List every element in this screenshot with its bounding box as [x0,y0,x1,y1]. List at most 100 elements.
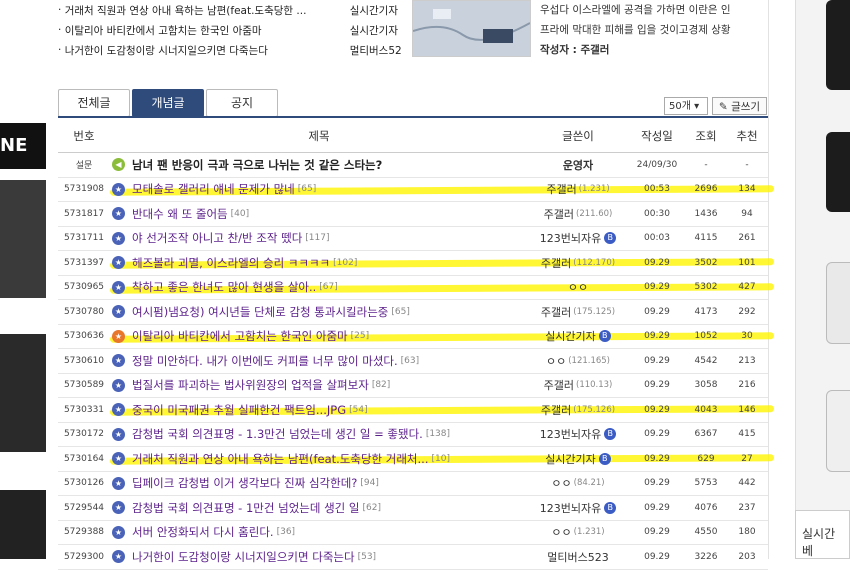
row-title[interactable]: 나거한이 도감청이랑 시너지일으키면 다죽는다 [132,549,355,565]
comment-count[interactable]: [65] [391,307,409,317]
table-row[interactable]: 5731397 ★ 헤즈볼라 괴멸, 이스라엘의 승리 ㅋㅋㅋㅋ [102] 주갤러 (1… [58,251,775,276]
row-writer[interactable]: ㅇㅇ [528,279,628,295]
comment-count[interactable]: [36] [277,527,295,537]
header-title[interactable]: 제목 [110,128,528,144]
comment-count[interactable]: [63] [401,356,419,366]
comment-count[interactable]: [67] [319,282,337,292]
writer-name[interactable]: ㅇㅇ [546,353,566,369]
table-row[interactable]: 5729388 ★ 서버 안정화되서 다시 홈린다. [36] ㅇㅇ (1.231) 09.… [58,521,768,545]
row-writer[interactable]: ㅇㅇ (121.165) [528,353,628,369]
top-list-title[interactable]: 거래처 직원과 연상 아내 욕하는 남편(feat.도축당한 ... [65,3,350,18]
row-title[interactable]: 정말 미안하다. 내가 이번에도 커피를 너무 많이 마셨다. [132,353,398,369]
writer-name[interactable]: 주갤러 [541,304,571,320]
left-ad-photo[interactable] [0,490,46,559]
row-title[interactable]: 여시펌)냄요청) 여시년들 단체로 감청 통과시킬라는중 [132,304,388,320]
writer-name[interactable]: 실시간기자 [545,451,596,467]
table-row[interactable]: 설문 ◀ 남녀 팬 반응이 극과 극으로 나뉘는 것 같은 스타는? 운영자 24/09… [58,153,768,178]
header-rec[interactable]: 추천 [726,128,768,144]
table-row[interactable]: 5730610 ★ 정말 미안하다. 내가 이번에도 커피를 너무 많이 마셨다.[… [58,349,768,374]
writer-name[interactable]: 주갤러 [541,255,571,271]
realtime-widget[interactable]: 실시간 베 [795,510,850,559]
row-title[interactable]: 모태솔로 갤러리 얘네 문제가 많네 [132,181,295,197]
row-title-cell[interactable]: ★ 감청법 국회 의견표명 - 1만건 넘었는데 생긴 일 [62] [110,500,528,516]
row-title-cell[interactable]: ★ 반대수 왜 또 줄어듬 [40] [110,206,528,222]
writer-name[interactable]: 주갤러 [544,377,574,393]
table-row[interactable]: 5729544 ★ 감청법 국회 의견표명 - 1만건 넘었는데 생긴 일 [62] 1… [58,496,768,521]
comment-count[interactable]: [40] [231,209,249,219]
comment-count[interactable]: [53] [358,552,376,562]
left-ad-photo[interactable] [0,180,46,298]
row-title[interactable]: 딥페이크 감청법 이거 생각보다 진짜 심각한데? [132,475,357,491]
table-row[interactable]: 5730164 ★ 거래처 직원과 연상 아내 욕하는 남편(feat.도축당한 거… [58,447,775,472]
row-title-cell[interactable]: ★ 중국이 미국패권 추월 실패한건 팩트임...JPG [54] [110,402,528,418]
row-title-cell[interactable]: ★ 딥페이크 감청법 이거 생각보다 진짜 심각한데? [94] [110,475,528,491]
comment-count[interactable]: [54] [349,405,367,415]
writer-name[interactable]: 주갤러 [546,181,576,197]
tab-1[interactable]: 개념글 [132,89,204,117]
row-writer[interactable]: 주갤러 (211.60) [528,206,628,222]
row-title-cell[interactable]: ★ 이탈리아 바티칸에서 고함치는 한국인 아줌마 [25] [110,328,528,344]
row-writer[interactable]: 실시간기자 B [528,328,628,344]
comment-count[interactable]: [102] [333,258,357,268]
shirt-image[interactable] [826,390,850,472]
row-title[interactable]: 이탈리아 바티칸에서 고함치는 한국인 아줌마 [132,328,348,344]
row-writer[interactable]: 실시간기자 B [528,451,628,467]
table-row[interactable]: 5731817 ★ 반대수 왜 또 줄어듬 [40] 주갤러 (211.60) 00:30 1… [58,202,768,227]
row-title-cell[interactable]: ★ 감청법 국회 의견표명 - 1.3만건 넘었는데 생긴 일 = 좋됐다. [13… [110,426,528,442]
row-title[interactable]: 서버 안정화되서 다시 홈린다. [132,524,274,540]
tab-0[interactable]: 전체글 [58,89,130,117]
writer-name[interactable]: ㅇㅇ [551,524,571,540]
row-writer[interactable]: 123번뇌자유 B [528,230,628,246]
writer-name[interactable]: 멀티버스523 [547,549,608,565]
table-row[interactable]: 5730126 ★ 딥페이크 감청법 이거 생각보다 진짜 심각한데? [94] ㅇㅇ(… [58,472,768,496]
row-title[interactable]: 남녀 팬 반응이 극과 극으로 나뉘는 것 같은 스타는? [132,157,382,173]
header-views[interactable]: 조회 [686,128,726,144]
left-ad-strip[interactable]: NE [0,0,46,559]
comment-count[interactable]: [117] [305,233,329,243]
left-ad-banner[interactable]: NE [0,123,46,169]
writer-name[interactable]: 123번뇌자유 [540,230,601,246]
table-row[interactable]: 5730331 ★ 중국이 미국패권 추월 실패한건 팩트임...JPG [54] 주갤… [58,398,775,423]
top-list-title[interactable]: 이탈리아 바티칸에서 고함치는 한국인 아줌마 [65,23,350,38]
row-writer[interactable]: 주갤러 (112.170) [528,255,628,271]
row-title[interactable]: 착하고 좋은 한녀도 많아 현생을 살아.. [132,279,316,295]
table-row[interactable]: 5731711 ★ 야 선거조작 아니고 찬/반 조작 뗐다 [117] 123번뇌자유… [58,227,768,251]
row-writer[interactable]: 주갤러 (1.231) [528,181,628,197]
row-title-cell[interactable]: ★ 헤즈볼라 괴멸, 이스라엘의 승리 ㅋㅋㅋㅋ [102] [110,255,528,271]
row-title[interactable]: 반대수 왜 또 줄어듬 [132,206,228,222]
row-title-cell[interactable]: ★ 나거한이 도감청이랑 시너지일으키면 다죽는다 [53] [110,549,528,565]
writer-name[interactable]: 주갤러 [544,206,574,222]
row-writer[interactable]: 주갤러 (175.126) [528,402,628,418]
row-title[interactable]: 거래처 직원과 연상 아내 욕하는 남편(feat.도축당한 거래처... [132,451,428,467]
writer-name[interactable]: 운영자 [563,157,593,173]
top-list-item[interactable]: · 나거한이 도감청이랑 시너지일으키면 다죽는다 멀티버스52 [58,40,408,60]
row-writer[interactable]: 운영자 [528,157,628,173]
row-title-cell[interactable]: ★ 정말 미안하다. 내가 이번에도 커피를 너무 많이 마셨다. [63] [110,353,528,369]
row-title-cell[interactable]: ★ 법질서를 파괴하는 법사위원장의 업적을 살펴보자 [82] [110,377,528,393]
writer-name[interactable]: 주갤러 [541,402,571,418]
top-list-item[interactable]: · 거래처 직원과 연상 아내 욕하는 남편(feat.도축당한 ... 실시간기… [58,0,408,20]
row-writer[interactable]: ㅇㅇ (1.231) [528,524,628,540]
left-ad-photo[interactable] [0,334,46,452]
table-row[interactable]: 5731908 ★ 모태솔로 갤러리 얘네 문제가 많네 [65] 주갤러 (1.231)… [58,178,775,202]
header-writer[interactable]: 글쓴이 [528,128,628,144]
writer-name[interactable]: 123번뇌자유 [540,426,601,442]
header-num[interactable]: 번호 [58,128,110,144]
writer-name[interactable]: ㅇㅇ [551,475,571,491]
comment-count[interactable]: [94] [360,478,378,488]
table-row[interactable]: 5730589 ★ 법질서를 파괴하는 법사위원장의 업적을 살펴보자 [82] 주갤러… [58,374,768,398]
row-title-cell[interactable]: ★ 서버 안정화되서 다시 홈린다. [36] [110,524,528,540]
comment-count[interactable]: [25] [351,331,369,341]
row-writer[interactable]: 123번뇌자유 B [528,500,628,516]
right-ad-strip[interactable] [795,0,850,559]
row-title-cell[interactable]: ◀ 남녀 팬 반응이 극과 극으로 나뉘는 것 같은 스타는? [110,157,528,173]
writer-name[interactable]: 123번뇌자유 [540,500,601,516]
row-writer[interactable]: 멀티버스523 [528,549,628,565]
header-date[interactable]: 작성일 [628,128,686,144]
tab-2[interactable]: 공지 [206,89,278,117]
row-writer[interactable]: 주갤러 (110.13) [528,377,628,393]
top-list-item[interactable]: · 이탈리아 바티칸에서 고함치는 한국인 아줌마 실시간기자 [58,20,408,40]
comment-count[interactable]: [10] [431,454,449,464]
per-page-select[interactable]: 50개 ▾ [664,97,708,115]
row-title[interactable]: 중국이 미국패권 추월 실패한건 팩트임...JPG [132,402,346,418]
